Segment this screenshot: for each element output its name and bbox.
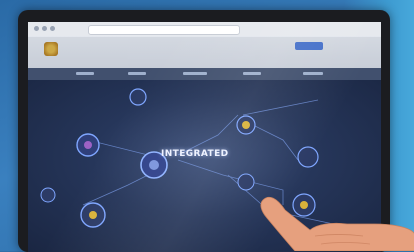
nav-item[interactable] [243,72,261,75]
emblem-logo[interactable] [44,42,58,56]
nav-item[interactable] [303,72,323,75]
nav-item[interactable] [128,72,146,75]
node-core [242,121,250,129]
site-navigation [28,68,381,80]
nav-item[interactable] [76,72,94,75]
node-core [84,141,92,149]
hero-title: INTEGRATED [161,149,229,159]
window-control-icon[interactable] [50,26,55,31]
header-action-button[interactable] [295,42,323,50]
address-bar[interactable] [88,25,240,35]
node-icon [297,146,319,168]
hand-pointing [260,196,414,251]
nav-item[interactable] [183,72,207,75]
window-control-icon[interactable] [34,26,39,31]
node-icon [237,173,255,191]
node-icon [40,187,56,203]
browser-toolbar [28,22,381,37]
window-control-icon[interactable] [42,26,47,31]
node-core [149,160,159,170]
node-icon [129,88,147,106]
node-core [89,211,97,219]
